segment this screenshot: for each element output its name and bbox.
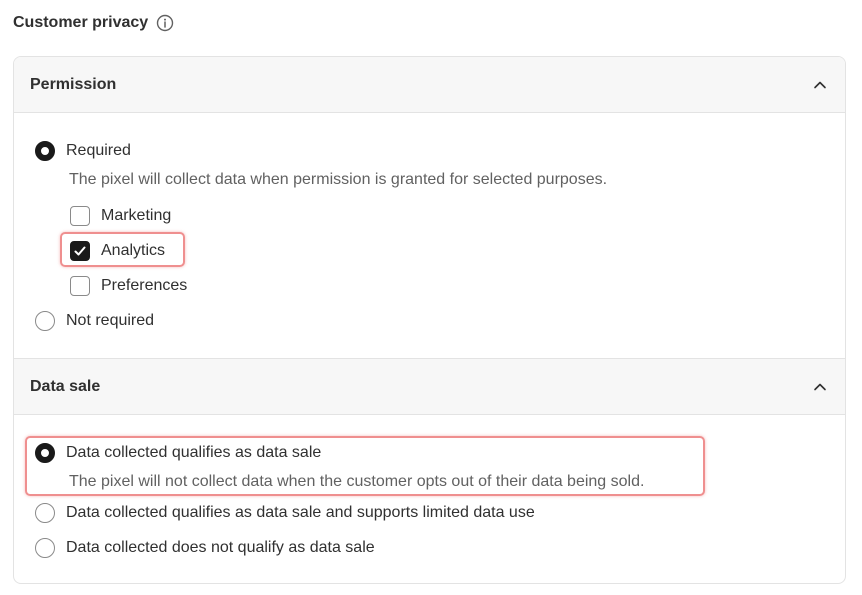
purpose-label: Analytics xyxy=(101,242,166,259)
purpose-preferences[interactable]: Preferences xyxy=(70,276,187,296)
info-icon[interactable] xyxy=(156,14,174,32)
purpose-label: Marketing xyxy=(101,207,172,224)
purpose-label: Preferences xyxy=(101,277,188,294)
purpose-analytics[interactable]: Analytics xyxy=(70,241,165,261)
checkbox-analytics[interactable] xyxy=(70,241,90,261)
permission-option-label: Not required xyxy=(66,312,155,329)
chevron-up-icon[interactable] xyxy=(811,76,829,94)
page-title-row: Customer privacy xyxy=(13,13,174,33)
page-title: Customer privacy xyxy=(13,14,149,31)
purpose-marketing[interactable]: Marketing xyxy=(70,206,171,226)
permission-header-title: Permission xyxy=(30,75,117,93)
data-sale-helper-text: The pixel will not collect data when the… xyxy=(69,473,645,490)
customer-privacy-card: Permission Required The pixel will colle… xyxy=(13,56,846,584)
data-sale-header-title: Data sale xyxy=(30,377,101,395)
data-sale-option-not-qualify[interactable]: Data collected does not qualify as data … xyxy=(35,538,375,558)
permission-option-required[interactable]: Required xyxy=(35,141,131,161)
chevron-up-icon[interactable] xyxy=(811,378,829,396)
data-sale-option-qualifies[interactable]: Data collected qualifies as data sale xyxy=(35,443,321,463)
checkmark-icon xyxy=(74,246,86,256)
permission-section-header[interactable]: Permission xyxy=(14,57,845,113)
data-sale-option-limited-use[interactable]: Data collected qualifies as data sale an… xyxy=(35,503,535,523)
radio-limited-use[interactable] xyxy=(35,503,55,523)
checkbox-preferences[interactable] xyxy=(70,276,90,296)
permission-option-label: Required xyxy=(66,142,131,159)
checkbox-marketing[interactable] xyxy=(70,206,90,226)
data-sale-section-header[interactable]: Data sale xyxy=(14,359,845,415)
radio-not-required[interactable] xyxy=(35,311,55,331)
data-sale-option-label: Data collected qualifies as data sale xyxy=(66,444,322,461)
radio-not-qualify[interactable] xyxy=(35,538,55,558)
radio-qualifies[interactable] xyxy=(35,443,55,463)
radio-required[interactable] xyxy=(35,141,55,161)
data-sale-option-label: Data collected qualifies as data sale an… xyxy=(66,504,535,521)
data-sale-option-label: Data collected does not qualify as data … xyxy=(66,539,375,556)
permission-option-not-required[interactable]: Not required xyxy=(35,311,154,331)
permission-helper-text: The pixel will collect data when permiss… xyxy=(69,171,608,188)
